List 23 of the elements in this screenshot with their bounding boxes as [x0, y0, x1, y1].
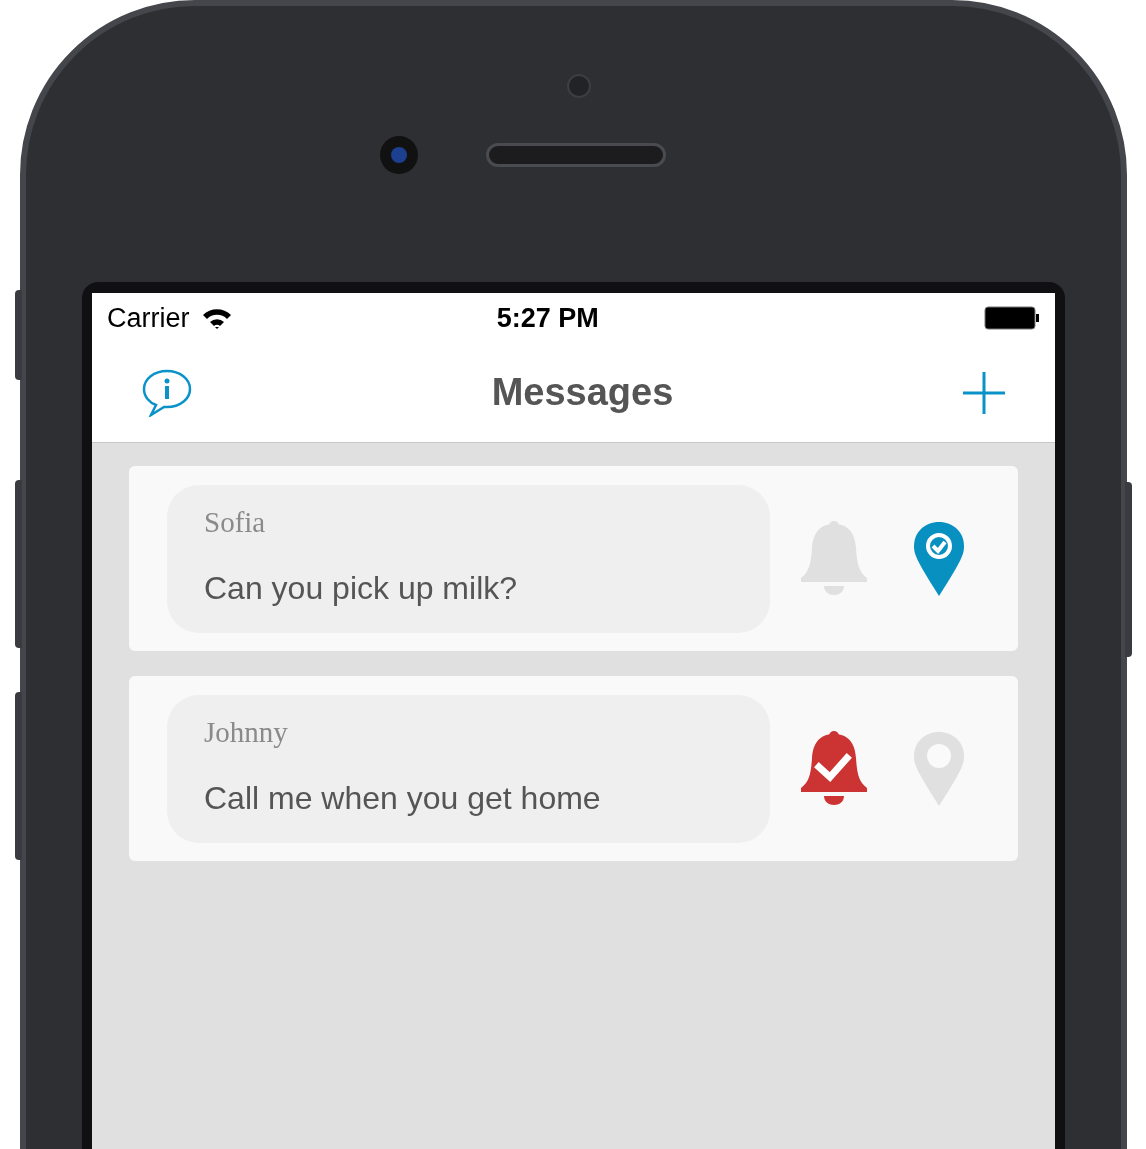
- message-card[interactable]: Sofia Can you pick up milk?: [129, 466, 1018, 651]
- bell-check-icon[interactable]: [799, 729, 869, 808]
- map-pin-check-icon[interactable]: [913, 520, 965, 597]
- sender-name: Sofia: [204, 504, 266, 540]
- status-time: 5:27 PM: [495, 301, 600, 335]
- add-icon[interactable]: [963, 371, 1005, 414]
- message-text: Call me when you get home: [204, 779, 601, 818]
- side-button[interactable]: [15, 480, 22, 648]
- sensor-icon: [567, 74, 591, 98]
- info-chat-icon[interactable]: [142, 368, 192, 417]
- map-pin-icon[interactable]: [913, 730, 965, 807]
- sender-name: Johnny: [204, 714, 288, 750]
- side-button[interactable]: [1125, 482, 1132, 657]
- camera-icon: [380, 136, 418, 174]
- carrier-label: Carrier: [107, 301, 190, 335]
- screen-title: Messages: [490, 370, 675, 415]
- side-button[interactable]: [15, 692, 22, 860]
- side-button[interactable]: [15, 290, 22, 380]
- message-card[interactable]: Johnny Call me when you get home: [129, 676, 1018, 861]
- wifi-icon: [201, 307, 232, 329]
- battery-icon: [984, 306, 1040, 330]
- message-text: Can you pick up milk?: [204, 569, 518, 608]
- bell-icon[interactable]: [799, 519, 869, 598]
